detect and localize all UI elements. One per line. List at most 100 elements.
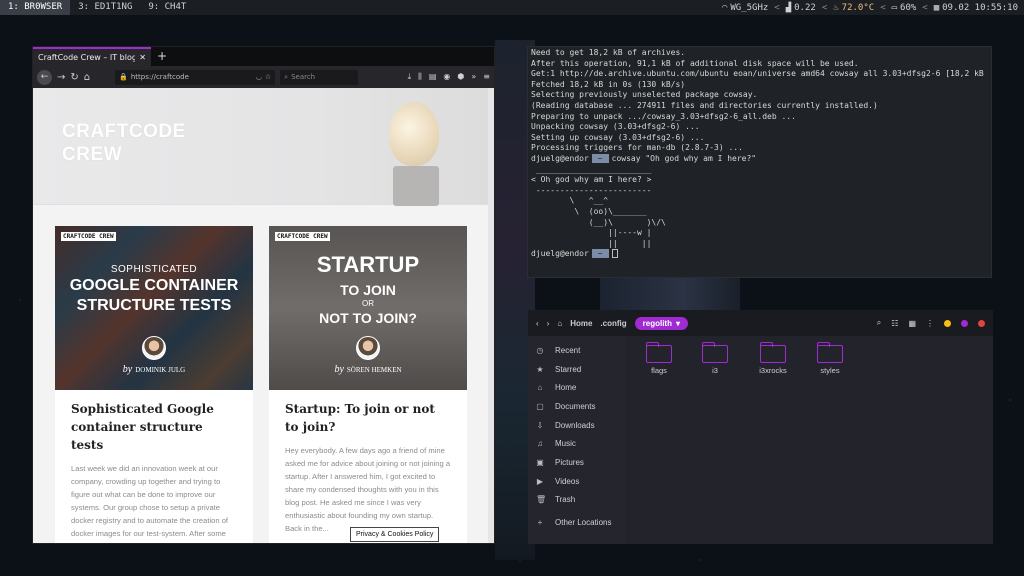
file-manager-header: ‹ › ⌂ Home .config regolith ▾ ⌕ ☷ ▦ ⋮	[528, 310, 993, 336]
view-options-icon[interactable]: ☷	[891, 319, 898, 328]
sidebar-item-label: Downloads	[555, 420, 595, 430]
post-card[interactable]: CRAFTCODE CREW STARTUP TO JOIN OR NOT TO…	[269, 226, 467, 543]
starred-icon: ★	[536, 364, 544, 374]
path-config[interactable]: .config	[600, 319, 626, 328]
post-title[interactable]: Startup: To join or not to join?	[285, 400, 451, 436]
page-scrollbar[interactable]	[488, 88, 494, 543]
bar-separator: <	[774, 2, 780, 13]
load-status: ▟ 0.22	[786, 3, 816, 13]
kebab-menu-icon[interactable]: ⋮	[926, 319, 934, 328]
wifi-name: WG_5GHz	[730, 2, 769, 13]
account-icon[interactable]: ◉	[443, 72, 450, 82]
sidebar-item-pictures[interactable]: ▣ Pictures	[528, 453, 625, 472]
pocket-icon[interactable]: ◡	[256, 73, 262, 81]
terminal-prompt-line[interactable]: djuelg@endor ~	[531, 249, 988, 260]
chart-icon: ▟	[785, 2, 792, 13]
calendar-icon: ▦	[933, 2, 940, 13]
post-excerpt: Hey everybody. A few days ago a friend o…	[285, 446, 451, 533]
author-byline: by SÖREN HEMKEN	[269, 364, 467, 375]
sidebar-item-other-locations[interactable]: + Other Locations	[528, 513, 625, 532]
folder-item[interactable]: flags	[639, 342, 679, 375]
sidebar-icon[interactable]: ▤	[429, 72, 437, 82]
extension-icon[interactable]: ⬢	[457, 72, 464, 82]
post-card[interactable]: CRAFTCODE CREW SOPHISTICATED GOOGLE CONT…	[55, 226, 253, 543]
sidebar-item-starred[interactable]: ★ Starred	[528, 360, 625, 379]
prompt-arrow: ~	[591, 249, 609, 259]
wifi-status: ◠ WG_5GHz	[722, 3, 768, 13]
temp-status: ♨ 72.0°C	[833, 3, 874, 13]
minimize-button[interactable]	[944, 319, 951, 327]
library-icon[interactable]: ⫼	[418, 72, 422, 82]
author-name: DOMINIK JULG	[135, 366, 186, 374]
grid-view-icon[interactable]: ▦	[908, 319, 916, 328]
prompt-arrow: ~	[591, 153, 609, 163]
hero-lightbulb-base	[393, 166, 439, 206]
sidebar-item-music[interactable]: ♫ Music	[528, 434, 625, 453]
sidebar-item-downloads[interactable]: ⇩ Downloads	[528, 416, 625, 435]
workspace-9[interactable]: 9: CH4T	[140, 0, 194, 15]
top-status-bar: 1: BR0WSER 3: ED1T1NG 9: CH4T ◠ WG_5GHz …	[0, 0, 1024, 15]
forward-button[interactable]: →	[57, 72, 65, 83]
author-avatar	[356, 336, 380, 360]
workspace-3[interactable]: 3: ED1T1NG	[70, 0, 140, 15]
sidebar-item-videos[interactable]: ▶ Videos	[528, 472, 625, 491]
sidebar-item-home[interactable]: ⌂ Home	[528, 378, 625, 397]
post-title[interactable]: Sophisticated Google container structure…	[71, 400, 237, 454]
bar-separator: <	[880, 2, 886, 13]
thumbnail-title: GOOGLE CONTAINER STRUCTURE TESTS	[69, 277, 239, 314]
terminal-line: Setting up cowsay (3.03+dfsg2-6) ...	[531, 132, 705, 142]
cowsay-line: \ (oo)\_______	[531, 206, 647, 216]
recent-icon: ◷	[536, 345, 544, 355]
lock-icon: 🔒	[119, 73, 128, 81]
sidebar-item-documents[interactable]: ▢ Documents	[528, 397, 625, 416]
post-thumbnail[interactable]: CRAFTCODE CREW STARTUP TO JOIN OR NOT TO…	[269, 226, 467, 390]
search-icon[interactable]: ⌕	[877, 318, 881, 328]
home-icon[interactable]: ⌂	[557, 319, 562, 328]
back-button[interactable]: ←	[37, 69, 52, 85]
folder-label: i3xrocks	[759, 366, 787, 375]
privacy-cookies-button[interactable]: Privacy & Cookies Policy	[350, 527, 440, 542]
folder-item[interactable]: styles	[810, 342, 850, 375]
bookmark-star-icon[interactable]: ☆	[265, 73, 271, 81]
sidebar-item-recent[interactable]: ◷ Recent	[528, 341, 625, 360]
flame-icon: ♨	[833, 2, 839, 13]
folder-item[interactable]: i3	[695, 342, 735, 375]
author-avatar	[142, 336, 166, 360]
sidebar-item-trash[interactable]: 🗑 Trash	[528, 491, 625, 510]
cowsay-line: \ ^__^	[531, 196, 609, 206]
terminal-window[interactable]: Need to get 18,2 kB of archives. After th…	[527, 46, 992, 278]
folder-icon	[646, 342, 672, 363]
thumbnail-or: OR	[362, 299, 374, 308]
path-home[interactable]: Home	[570, 319, 592, 328]
documents-icon: ▢	[536, 401, 544, 411]
new-tab-button[interactable]: +	[151, 47, 173, 66]
workspace-1[interactable]: 1: BR0WSER	[0, 0, 71, 15]
brand-badge: CRAFTCODE CREW	[275, 232, 330, 241]
forward-arrow-icon[interactable]: ›	[547, 319, 550, 328]
pictures-icon: ▣	[536, 457, 544, 467]
back-arrow-icon[interactable]: ‹	[536, 319, 539, 328]
terminal-cursor[interactable]	[611, 249, 618, 259]
cowsay-line: < Oh god why am I here? >	[531, 175, 652, 185]
post-thumbnail[interactable]: CRAFTCODE CREW SOPHISTICATED GOOGLE CONT…	[55, 226, 253, 390]
close-icon[interactable]: ✕	[139, 53, 146, 62]
url-bar[interactable]: 🔒 https://craftcode ◡ ☆	[115, 69, 276, 85]
prompt-host: djuelg@endor	[531, 153, 589, 163]
blog-logo-title[interactable]: CRAFTCODE CREW	[62, 120, 186, 166]
folder-item[interactable]: i3xrocks	[753, 342, 793, 375]
overflow-icon[interactable]: »	[471, 72, 476, 82]
path-regolith[interactable]: regolith ▾	[634, 316, 688, 330]
cowsay-line: || ||	[531, 238, 652, 248]
menu-icon[interactable]: ≡	[483, 72, 490, 82]
author-byline: by DOMINIK JULG	[55, 364, 253, 375]
maximize-button[interactable]	[961, 319, 968, 327]
sidebar-item-label: Other Locations	[555, 518, 612, 528]
reload-button[interactable]: ↻	[70, 72, 78, 83]
sidebar-item-label: Starred	[555, 364, 582, 374]
tab-craftcode[interactable]: CraftCode Crew – IT blog ✕	[33, 47, 151, 66]
url-text[interactable]: https://craftcode	[131, 73, 253, 81]
search-input[interactable]: ⌕ Search	[280, 69, 359, 85]
download-icon[interactable]: ⤓	[408, 72, 412, 82]
home-button[interactable]: ⌂	[84, 72, 90, 83]
close-button[interactable]	[978, 319, 985, 327]
